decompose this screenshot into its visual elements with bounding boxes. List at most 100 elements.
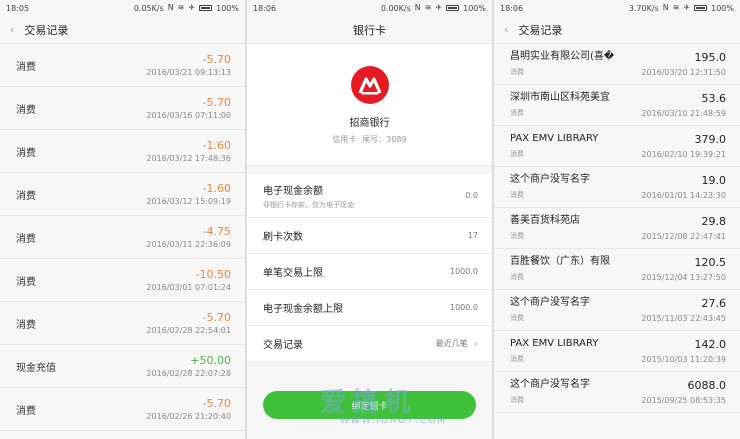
- transaction-amount: 120.5: [694, 256, 727, 269]
- bind-card-button[interactable]: 绑定银卡: [263, 391, 476, 419]
- transaction-date: 2016/01/01 14:23:30: [641, 191, 726, 200]
- status-bar: 18:06 3.70K/s N ≋ ✈ 100%: [494, 0, 740, 16]
- transaction-detail: +50.00 2016/02/28 22:07:28: [146, 354, 231, 379]
- transaction-detail: -5.70 2016/02/26 21:20:40: [146, 397, 231, 422]
- wifi-icon: ≋: [424, 3, 432, 12]
- transaction-type: 消费: [16, 190, 36, 202]
- transaction-row[interactable]: 消费 -10.50 2016/03/01 07:01:24: [0, 259, 245, 302]
- merchant-transaction-row[interactable]: PAX EMV LIBRARY 消费 142.0 2015/10/03 11:20:3…: [494, 331, 740, 372]
- merchant-name: 这个商户没写名字: [510, 297, 590, 308]
- card-settings-list: 电子现金余额 非银行卡存款，仅为电子现金 0.0 刷卡次数 17 单笔交易上限 …: [247, 174, 492, 362]
- battery-icon: [199, 5, 213, 11]
- status-time: 18:05: [6, 3, 30, 13]
- bank-name: 招商银行: [349, 118, 390, 129]
- nfc-icon: N: [167, 3, 174, 12]
- merchant-transaction-row[interactable]: 昌明实业有限公司(喜� 消费 195.0 2016/03/20 12:31:50: [494, 44, 740, 85]
- merchant-name: 善美百货科苑店: [510, 215, 580, 226]
- transaction-date: 2016/03/01 07:01:24: [146, 282, 231, 292]
- swipe-count-label: 刷卡次数: [263, 232, 303, 243]
- merchant-transaction-row[interactable]: 这个商户没写名字 消费 19.0 2016/01/01 14:23:30: [494, 167, 740, 208]
- airplane-icon: ✈: [683, 3, 691, 12]
- page-title: 交易记录: [518, 23, 563, 37]
- transaction-date: 2015/12/04 13:27:50: [641, 273, 726, 282]
- wifi-icon: ≋: [672, 3, 680, 12]
- transaction-type: 消费: [16, 405, 36, 417]
- network-speed: 0.00K/s: [380, 3, 411, 13]
- transaction-type: 消费: [16, 61, 36, 73]
- transaction-amount: -5.70: [202, 95, 231, 109]
- transaction-row[interactable]: 消费 -5.70 2016/02/28 22:54:01: [0, 302, 245, 345]
- battery-icon: [694, 5, 708, 11]
- transaction-detail: -1.60 2016/03/12 17:48:36: [146, 139, 231, 164]
- chevron-right-icon: ›: [473, 337, 478, 350]
- ecash-balance-row: 电子现金余额 非银行卡存款，仅为电子现金 0.0: [247, 174, 492, 218]
- title-bar: ‹ 交易记录: [0, 16, 245, 44]
- screenshot-collage: 18:05 0.05K/s N ≋ ✈ 100% ‹ 交易记录 消费 -5.70 2…: [0, 0, 740, 439]
- transaction-date: 2016/03/12 17:48:36: [146, 153, 231, 163]
- airplane-icon: ✈: [435, 3, 443, 12]
- status-time: 18:06: [500, 3, 524, 13]
- transaction-amount: -5.70: [202, 310, 231, 324]
- battery-percent: 100%: [463, 3, 486, 13]
- merchant-transaction-row[interactable]: 这个商户没写名字 消费 6088.0 2015/09/25 08:53:35: [494, 372, 740, 413]
- nfc-icon: N: [662, 3, 669, 12]
- transaction-row[interactable]: 消费 -5.70 2016/03/21 09:13:13: [0, 44, 245, 87]
- page-title: 交易记录: [24, 23, 69, 37]
- transaction-date: 2016/02/28 22:54:01: [146, 325, 231, 335]
- merchant-transaction-row[interactable]: 百胜餐饮（广东）有限 消费 120.5 2015/12/04 13:27:50: [494, 249, 740, 290]
- transaction-list: 消费 -5.70 2016/03/21 09:13:13 消费 -5.70 2016/03…: [0, 44, 245, 431]
- transaction-amount: 195.0: [694, 51, 727, 64]
- title-bar: ‹ 交易记录: [494, 16, 740, 44]
- transaction-row[interactable]: 消费 -5.70 2016/02/26 21:20:40: [0, 388, 245, 431]
- transaction-amount: 27.6: [701, 297, 727, 310]
- network-speed: 3.70K/s: [628, 3, 659, 13]
- transaction-row[interactable]: 消费 -4.75 2016/03/11 22:36:09: [0, 216, 245, 259]
- transaction-amount: 379.0: [694, 133, 727, 146]
- transaction-detail: -4.75 2016/03/11 22:36:09: [146, 225, 231, 250]
- merchant-transaction-row[interactable]: 深圳市南山区科苑美宜 消费 53.6 2016/03/10 21:48:59: [494, 85, 740, 126]
- merchant-transaction-list: 昌明实业有限公司(喜� 消费 195.0 2016/03/20 12:31:50 深圳市…: [494, 44, 740, 413]
- back-arrow-icon[interactable]: ‹: [504, 23, 508, 36]
- transaction-date: 2016/02/10 19:39:21: [641, 150, 726, 159]
- transaction-records-row[interactable]: 交易记录 最近几笔 ›: [247, 326, 492, 362]
- transaction-row[interactable]: 消费 -5.70 2016/03/16 07:11:00: [0, 87, 245, 130]
- ecash-limit-value: 1000.0: [450, 303, 478, 312]
- transactions-screen-2: 18:06 3.70K/s N ≋ ✈ 100% ‹ 交易记录 昌明实业有限公司…: [494, 0, 740, 439]
- ecash-balance-label: 电子现金余额: [263, 185, 323, 197]
- transaction-date: 2016/03/10 21:48:59: [641, 109, 726, 118]
- page-title: 银行卡: [353, 23, 386, 37]
- transaction-amount: 19.0: [701, 174, 727, 187]
- merchant-transaction-row[interactable]: 善美百货科苑店 消费 29.8 2015/12/08 22:47:41: [494, 208, 740, 249]
- battery-percent: 100%: [216, 3, 239, 13]
- single-limit-value: 1000.0: [450, 267, 478, 276]
- transaction-amount: -5.70: [202, 396, 231, 410]
- merchant-name: 百胜餐饮（广东）有限: [510, 256, 610, 267]
- transaction-date: 2016/03/11 22:36:09: [146, 239, 231, 249]
- battery-percent: 100%: [711, 3, 734, 13]
- bank-logo-icon: [350, 66, 389, 104]
- airplane-icon: ✈: [188, 3, 196, 12]
- merchant-name: 昌明实业有限公司(喜�: [510, 51, 615, 62]
- transaction-date: 2015/09/25 08:53:35: [641, 396, 726, 405]
- transaction-detail: -1.60 2016/03/12 15:09:19: [146, 182, 231, 207]
- swipe-count-row: 刷卡次数 17: [247, 218, 492, 254]
- transaction-amount: 29.8: [701, 215, 727, 228]
- transaction-detail: -5.70 2016/03/16 07:11:00: [146, 96, 231, 121]
- transaction-date: 2016/03/12 15:09:19: [146, 196, 231, 206]
- ecash-limit-label: 电子现金余额上限: [263, 304, 343, 315]
- ecash-balance-note: 非银行卡存款，仅为电子现金: [263, 200, 354, 209]
- bank-card-screen: 18:06 0.00K/s N ≋ ✈ 100% 银行卡 招商银行 信用卡 尾号…: [247, 0, 492, 439]
- merchant-transaction-row[interactable]: PAX EMV LIBRARY 消费 379.0 2016/02/10 19:39:2…: [494, 126, 740, 167]
- network-speed: 0.05K/s: [133, 3, 164, 13]
- transaction-detail: -5.70 2016/02/28 22:54:01: [146, 311, 231, 336]
- transaction-row[interactable]: 现金充值 +50.00 2016/02/28 22:07:28: [0, 345, 245, 388]
- back-arrow-icon[interactable]: ‹: [10, 23, 14, 36]
- transaction-row[interactable]: 消费 -1.60 2016/03/12 17:48:36: [0, 130, 245, 173]
- card-tail-number: 尾号：3089: [362, 135, 407, 144]
- transaction-amount: +50.00: [190, 353, 231, 367]
- transaction-row[interactable]: 消费 -1.60 2016/03/12 15:09:19: [0, 173, 245, 216]
- merchant-name: 这个商户没写名字: [510, 379, 590, 390]
- merchant-transaction-row[interactable]: 这个商户没写名字 消费 27.6 2015/11/03 22:43:45: [494, 290, 740, 331]
- nfc-icon: N: [414, 3, 421, 12]
- transaction-detail: -5.70 2016/03/21 09:13:13: [146, 53, 231, 78]
